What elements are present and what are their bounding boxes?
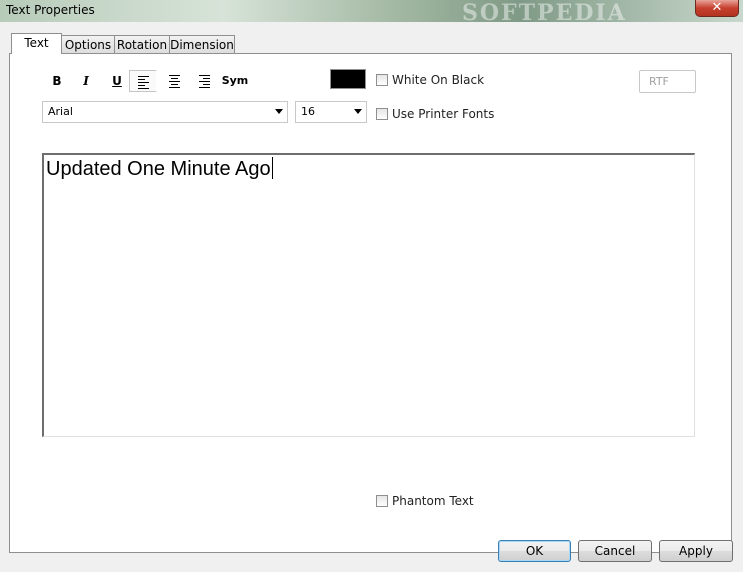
align-left-icon (137, 74, 149, 91)
align-center-icon (168, 73, 180, 90)
tab-text[interactable]: Text (11, 33, 62, 54)
chevron-down-icon (354, 109, 362, 114)
close-button[interactable]: ✕ (695, 0, 739, 17)
apply-label: Apply (679, 544, 713, 558)
tab-dimension[interactable]: Dimension (169, 35, 235, 54)
italic-button[interactable]: I (75, 70, 97, 92)
white-on-black-label: White On Black (392, 73, 485, 87)
align-left-button[interactable] (129, 70, 157, 92)
use-printer-fonts-label: Use Printer Fonts (392, 107, 495, 121)
title-bar: Text Properties SOFTPEDIA ✕ (0, 0, 743, 26)
bold-icon: B (52, 74, 62, 88)
tab-label: Dimension (170, 38, 234, 52)
window-title: Text Properties (6, 3, 95, 17)
tab-rotation[interactable]: Rotation (114, 35, 170, 54)
apply-button[interactable]: Apply (659, 540, 733, 562)
white-on-black-checkbox[interactable] (376, 74, 388, 86)
text-editor[interactable]: Updated One Minute Ago (42, 153, 695, 437)
phantom-text-label: Phantom Text (392, 494, 474, 508)
text-color-swatch[interactable] (330, 69, 366, 89)
rtf-button[interactable]: RTF (639, 70, 696, 93)
close-icon: ✕ (711, 0, 723, 15)
cancel-button[interactable]: Cancel (578, 540, 652, 562)
align-right-button[interactable] (193, 70, 215, 92)
editor-text: Updated One Minute Ago (46, 158, 271, 180)
align-center-button[interactable] (163, 70, 185, 92)
text-caret (271, 157, 273, 179)
font-family-value: Arial (48, 105, 73, 118)
editor-content: Updated One Minute Ago (46, 157, 273, 181)
cancel-label: Cancel (594, 544, 636, 558)
tab-label: Rotation (116, 38, 168, 52)
dialog-body: Text Options Rotation Dimension B I U Sy… (0, 22, 743, 572)
align-right-icon (198, 73, 210, 90)
font-size-select[interactable]: 16 (295, 101, 367, 123)
use-printer-fonts-checkbox[interactable] (376, 108, 388, 120)
underline-icon: U (112, 74, 122, 88)
chevron-down-icon (275, 109, 283, 114)
font-size-value: 16 (301, 105, 315, 118)
rtf-label: RTF (649, 75, 669, 88)
phantom-text-checkbox[interactable] (376, 495, 388, 507)
symbol-label: Sym (221, 74, 249, 87)
bold-button[interactable]: B (46, 70, 68, 92)
tab-label: Options (64, 38, 112, 52)
ok-button[interactable]: OK (498, 540, 571, 562)
italic-icon: I (83, 74, 89, 88)
ok-label: OK (525, 544, 544, 558)
tab-options[interactable]: Options (61, 35, 115, 54)
symbol-button[interactable]: Sym (220, 70, 250, 92)
tab-label: Text (24, 36, 49, 50)
underline-button[interactable]: U (106, 70, 128, 92)
font-family-select[interactable]: Arial (42, 101, 288, 123)
